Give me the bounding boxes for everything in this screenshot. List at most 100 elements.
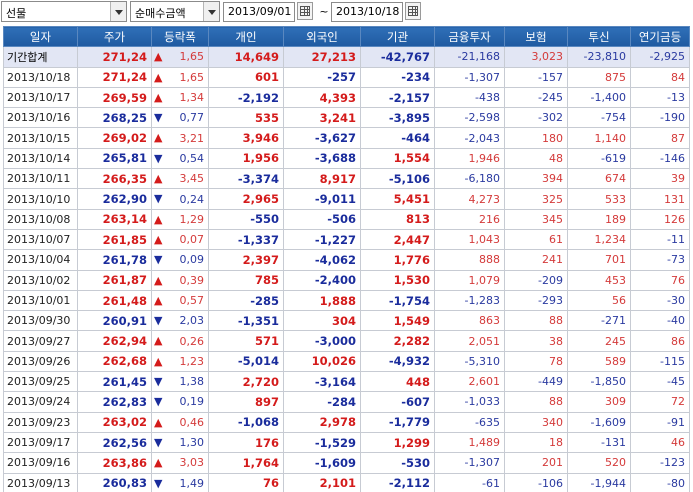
cell-financial-investment: -2,043 xyxy=(434,127,505,149)
col-foreign-header[interactable]: 외국인 xyxy=(283,25,361,48)
table-row[interactable]: 2013/10/02 261,87 ▲ 0,39 785 -2,400 1,530 1,079… xyxy=(3,269,690,291)
cell-date: 2013/09/27 xyxy=(3,330,78,352)
cell-pension: -80 xyxy=(630,472,690,492)
cell-pension: -146 xyxy=(630,147,690,170)
summary-row[interactable]: 기간합계 271,24 ▲ 1,65 14,649 27,213 -42,767 -21,16… xyxy=(3,46,690,68)
cell-change: ▼ 1,30 xyxy=(151,431,209,454)
cell-price: 269,02 xyxy=(77,127,152,149)
chevron-down-icon[interactable] xyxy=(203,2,219,21)
triangle-up-icon: ▲ xyxy=(154,212,163,226)
cell-price: 261,87 xyxy=(77,269,152,291)
cell-foreign: -257 xyxy=(283,66,361,88)
cell-investment-trust: 309 xyxy=(567,391,631,413)
triangle-down-icon: ▼ xyxy=(154,253,163,267)
cell-institution: 2,282 xyxy=(360,330,435,352)
cell-financial-investment: 2,601 xyxy=(434,371,505,393)
table-row[interactable]: 2013/10/16 268,25 ▼ 0,77 535 3,241 -3,895 -2,59… xyxy=(3,107,690,129)
calendar-to-button[interactable] xyxy=(405,2,421,20)
table-row[interactable]: 2013/09/16 263,86 ▲ 3,03 1,764 -1,609 -530 -1,3… xyxy=(3,452,690,474)
col-price-header[interactable]: 주가 xyxy=(77,25,152,48)
table-row[interactable]: 2013/09/17 262,56 ▼ 1,30 176 -1,529 1,299 1,489… xyxy=(3,431,690,454)
table-row[interactable]: 2013/10/08 263,14 ▲ 1,29 -550 -506 813 216 345 18… xyxy=(3,208,690,230)
cell-investment-trust: 520 xyxy=(567,452,631,474)
calendar-from-button[interactable] xyxy=(297,2,313,20)
triangle-down-icon: ▼ xyxy=(154,435,163,449)
change-value: 3,21 xyxy=(179,131,205,145)
metric-select[interactable]: 순매수금액 xyxy=(130,1,220,22)
change-value: 3,03 xyxy=(179,456,205,470)
table-row[interactable]: 2013/10/01 261,48 ▲ 0,57 -285 1,888 -1,754 -1,2… xyxy=(3,289,690,312)
cell-pension: -30 xyxy=(630,289,690,312)
cell-investment-trust: 1,234 xyxy=(567,228,631,251)
cell-individual: 76 xyxy=(208,472,284,492)
cell-foreign: -284 xyxy=(283,391,361,413)
col-date-header[interactable]: 일자 xyxy=(3,25,78,48)
cell-institution: 1,549 xyxy=(360,310,435,332)
cell-investment-trust: -131 xyxy=(567,431,631,454)
cell-financial-investment: -5,310 xyxy=(434,350,505,373)
col-insurance-header[interactable]: 보험 xyxy=(504,25,568,48)
col-financial-investment-header[interactable]: 금융투자 xyxy=(434,25,505,48)
table-row[interactable]: 2013/09/24 262,83 ▼ 0,19 897 -284 -607 -1,033 88… xyxy=(3,391,690,413)
cell-foreign: -506 xyxy=(283,208,361,230)
table-row[interactable]: 2013/10/11 266,35 ▲ 3,45 -3,374 8,917 -5,106 -6… xyxy=(3,168,690,190)
cell-individual: 3,946 xyxy=(208,127,284,149)
table-row[interactable]: 2013/09/23 263,02 ▲ 0,46 -1,068 2,978 -1,779 -6… xyxy=(3,411,690,433)
col-institution-header[interactable]: 기관 xyxy=(360,25,435,48)
col-change-header[interactable]: 등락폭 xyxy=(151,25,209,48)
table-row[interactable]: 2013/09/25 261,45 ▼ 1,38 2,720 -3,164 448 2,601… xyxy=(3,371,690,393)
cell-date: 2013/09/24 xyxy=(3,391,78,413)
cell-date: 기간합계 xyxy=(3,46,78,68)
cell-investment-trust: -1,400 xyxy=(567,86,631,109)
table-row[interactable]: 2013/10/15 269,02 ▲ 3,21 3,946 -3,627 -464 -2,0… xyxy=(3,127,690,149)
change-value: 0,39 xyxy=(179,273,205,287)
cell-foreign: -1,609 xyxy=(283,452,361,474)
cell-financial-investment: -2,598 xyxy=(434,107,505,129)
cell-pension: 126 xyxy=(630,208,690,230)
table-row[interactable]: 2013/10/14 265,81 ▼ 0,54 1,956 -3,688 1,554 1,9… xyxy=(3,147,690,170)
change-value: 0,09 xyxy=(179,253,205,267)
cell-investment-trust: -1,850 xyxy=(567,371,631,393)
table-row[interactable]: 2013/10/07 261,85 ▲ 0,07 -1,337 -1,227 2,447 1,… xyxy=(3,228,690,251)
col-individual-header[interactable]: 개인 xyxy=(208,25,284,48)
col-investment-trust-header[interactable]: 투신 xyxy=(567,25,631,48)
cell-financial-investment: 1,946 xyxy=(434,147,505,170)
market-select[interactable]: 선물 xyxy=(1,1,127,22)
date-to-input[interactable]: 2013/10/18 xyxy=(331,2,403,22)
table-body: 기간합계 271,24 ▲ 1,65 14,649 27,213 -42,767 -21,16… xyxy=(3,46,690,492)
change-value: 0,19 xyxy=(179,395,205,409)
change-value: 1,49 xyxy=(179,476,205,490)
cell-individual: 601 xyxy=(208,66,284,88)
table-row[interactable]: 2013/10/10 262,90 ▼ 0,24 2,965 -9,011 5,451 4,2… xyxy=(3,188,690,210)
cell-individual: 2,720 xyxy=(208,371,284,393)
table-row[interactable]: 2013/09/13 260,83 ▼ 1,49 76 2,101 -2,112 -61 -10… xyxy=(3,472,690,492)
cell-price: 261,85 xyxy=(77,228,152,251)
col-pension-header[interactable]: 연기금등 xyxy=(630,25,690,48)
cell-institution: -607 xyxy=(360,391,435,413)
table-row[interactable]: 2013/10/17 269,59 ▲ 1,34 -2,192 4,393 -2,157 -4… xyxy=(3,86,690,109)
cell-pension: -91 xyxy=(630,411,690,433)
cell-change: ▼ 2,03 xyxy=(151,310,209,332)
chevron-down-icon[interactable] xyxy=(110,2,126,21)
cell-pension: -115 xyxy=(630,350,690,373)
cell-date: 2013/10/01 xyxy=(3,289,78,312)
cell-pension: 131 xyxy=(630,188,690,210)
cell-change: ▼ 0,77 xyxy=(151,107,209,129)
cell-change: ▲ 1,29 xyxy=(151,208,209,230)
cell-price: 261,78 xyxy=(77,249,152,271)
cell-individual: -1,068 xyxy=(208,411,284,433)
change-value: 0,46 xyxy=(179,415,205,429)
table-row[interactable]: 2013/10/04 261,78 ▼ 0,09 2,397 -4,062 1,776 888… xyxy=(3,249,690,271)
table-row[interactable]: 2013/09/27 262,94 ▲ 0,26 571 -3,000 2,282 2,051… xyxy=(3,330,690,352)
table-row[interactable]: 2013/09/30 260,91 ▼ 2,03 -1,351 304 1,549 863 88… xyxy=(3,310,690,332)
cell-individual: -5,014 xyxy=(208,350,284,373)
table-row[interactable]: 2013/10/18 271,24 ▲ 1,65 601 -257 -234 -1,307 -1… xyxy=(3,66,690,88)
cell-insurance: 38 xyxy=(504,330,568,352)
cell-institution: 1,554 xyxy=(360,147,435,170)
table-row[interactable]: 2013/09/26 262,68 ▲ 1,23 -5,014 10,026 -4,932-… xyxy=(3,350,690,373)
cell-institution: 2,447 xyxy=(360,228,435,251)
cell-price: 261,48 xyxy=(77,289,152,312)
cell-price: 266,35 xyxy=(77,168,152,190)
cell-pension: -11 xyxy=(630,228,690,251)
date-from-input[interactable]: 2013/09/01 xyxy=(223,2,295,22)
